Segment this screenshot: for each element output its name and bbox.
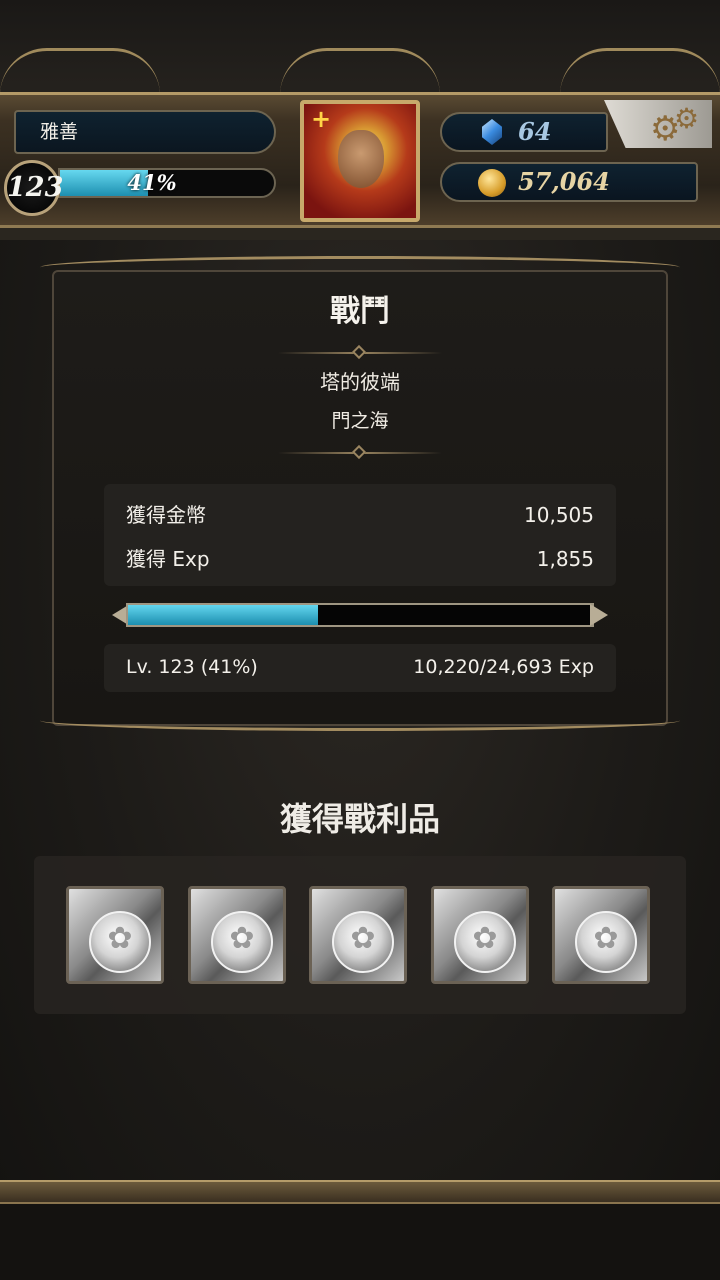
player-level-badge: 123: [4, 160, 63, 216]
exp-progress-bar: [112, 598, 608, 634]
loot-item[interactable]: [552, 886, 650, 984]
hud-ornament-center: [280, 48, 440, 95]
panel-ornament-top: [40, 256, 680, 279]
gold-count: 57,064: [518, 167, 610, 196]
reward-value: 10,505: [524, 503, 594, 527]
divider-bottom: [278, 452, 442, 454]
loot-item[interactable]: [309, 886, 407, 984]
reward-label: 獲得金幣: [126, 503, 206, 527]
gear-icon-small: ⚙: [674, 102, 700, 135]
gem-counter[interactable]: 64: [440, 112, 608, 152]
silver-coin-card-icon: [575, 911, 637, 973]
loot-item[interactable]: [66, 886, 164, 984]
gem-icon: [482, 119, 502, 145]
gold-counter[interactable]: 57,064: [440, 162, 698, 202]
silver-coin-card-icon: [211, 911, 273, 973]
player-name-plate[interactable]: 雅善: [14, 110, 276, 154]
reward-value: 1,855: [536, 547, 594, 571]
player-xp-percent: 41%: [127, 170, 177, 195]
footer-area: [0, 1204, 720, 1280]
stage-subtitle: 門之海: [331, 410, 389, 432]
plus-icon: +: [310, 105, 332, 133]
stage-name: 塔的彼端: [320, 370, 400, 394]
player-name: 雅善: [40, 121, 79, 143]
loot-title: 獲得戰利品: [279, 800, 440, 838]
reward-row-gold: 獲得金幣 10,505: [126, 500, 594, 530]
battle-title: 戰鬥: [330, 294, 390, 329]
silver-coin-card-icon: [89, 911, 151, 973]
level-label: Lv. 123 (41%): [126, 656, 258, 678]
reward-row-exp: 獲得 Exp 1,855: [126, 544, 594, 574]
gem-count: 64: [518, 117, 552, 146]
hud-ornament-left: [0, 48, 160, 95]
divider-top: [278, 352, 442, 354]
silver-coin-card-icon: [454, 911, 516, 973]
player-avatar[interactable]: +: [300, 100, 420, 222]
footer-ornament: [0, 1180, 720, 1204]
reward-label: 獲得 Exp: [126, 547, 210, 571]
gold-coin-icon: [478, 169, 506, 197]
reward-summary: 獲得金幣 10,505 獲得 Exp 1,855: [104, 484, 616, 586]
loot-item[interactable]: [431, 886, 529, 984]
level-summary: Lv. 123 (41%) 10,220/24,693 Exp: [104, 644, 616, 692]
exp-bar-track: [126, 603, 594, 627]
exp-bar-fill: [128, 605, 319, 625]
player-xp-bar: 41%: [58, 168, 276, 198]
loot-item[interactable]: [188, 886, 286, 984]
exp-total-label: 10,220/24,693 Exp: [413, 656, 594, 678]
silver-coin-card-icon: [332, 911, 394, 973]
panel-ornament-bottom: [40, 710, 680, 731]
bar-cap-right: [590, 604, 608, 626]
avatar-portrait: [338, 130, 384, 188]
hud-ornament-right: [560, 48, 720, 95]
